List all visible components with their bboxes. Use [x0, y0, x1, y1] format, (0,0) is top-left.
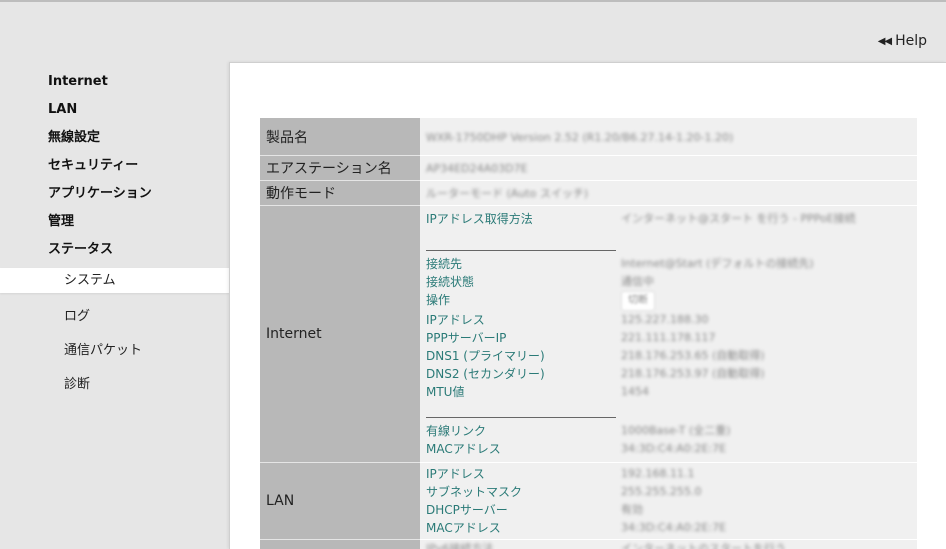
sidebar-item-lan[interactable]: LAN: [0, 98, 229, 126]
lan-mac-value: 34:3D:C4:A0:2E:7E: [621, 521, 727, 534]
dns2-key: DNS2 (セカンダリー): [426, 367, 545, 381]
ppp-value: 221.111.178.117: [621, 331, 716, 344]
status-value: 通信中: [621, 275, 654, 288]
lan-dhcp-key: DHCPサーバー: [426, 503, 508, 517]
dns1-value: 218.176.253.65 (自動取得): [621, 349, 765, 362]
link-key: 有線リンク: [426, 424, 487, 438]
lan-label: LAN: [260, 463, 420, 540]
operation-key: 操作: [426, 293, 451, 307]
airstation-label: エアステーション名: [260, 156, 420, 181]
mac-key: MACアドレス: [426, 442, 501, 456]
sidebar: Internet LAN 無線設定 セキュリティー アプリケーション 管理 ステ…: [0, 70, 229, 405]
ip-value: 125.227.188.30: [621, 313, 709, 326]
lan-dhcp-value: 有効: [621, 503, 643, 516]
top-border: [0, 0, 946, 2]
mtu-value: 1454: [621, 385, 649, 398]
sidebar-subitem-packets[interactable]: 通信パケット: [0, 337, 229, 371]
lan-ip-key: IPアドレス: [426, 467, 485, 481]
mtu-key: MTU値: [426, 385, 465, 399]
rewind-icon: ◀◀: [877, 35, 892, 47]
airstation-value: AP34ED24A03D7E: [426, 162, 528, 175]
system-info-table: 製品名 WXR-1750DHP Version 2.52 (R1.20/B6.2…: [260, 118, 917, 549]
sidebar-item-admin[interactable]: 管理: [0, 210, 229, 238]
status-key: 接続状態: [426, 275, 475, 289]
mac-value: 34:3D:C4:A0:2E:7E: [621, 442, 727, 455]
sidebar-item-application[interactable]: アプリケーション: [0, 182, 229, 210]
help-button[interactable]: ◀◀ Help: [878, 33, 927, 49]
help-label: Help: [895, 33, 927, 49]
main-content: 製品名 WXR-1750DHP Version 2.52 (R1.20/B6.2…: [229, 62, 946, 549]
lan-mask-key: サブネットマスク: [426, 485, 523, 499]
ip-method-value: インターネット@スタート を行う - PPPoE接続: [621, 212, 856, 225]
sidebar-item-status[interactable]: ステータス: [0, 238, 229, 266]
sidebar-item-security[interactable]: セキュリティー: [0, 154, 229, 182]
ip-key: IPアドレス: [426, 313, 485, 327]
product-value: WXR-1750DHP Version 2.52 (R1.20/B6.27.14…: [426, 130, 734, 144]
mode-label: 動作モード: [260, 181, 420, 206]
connection-key: 接続先: [426, 257, 463, 271]
sidebar-subitem-log[interactable]: ログ: [0, 303, 229, 337]
next-partial-key: IPv6接続方法: [426, 542, 494, 549]
product-label: 製品名: [260, 118, 420, 156]
ppp-key: PPPサーバーIP: [426, 331, 507, 345]
sidebar-item-wireless[interactable]: 無線設定: [0, 126, 229, 154]
connection-value: Internet@Start (デフォルトの接続先): [621, 257, 814, 270]
sidebar-subitem-system[interactable]: システム: [0, 268, 229, 293]
next-partial-value: インターネットのスタートを行う: [621, 542, 786, 549]
lan-mac-key: MACアドレス: [426, 521, 501, 535]
next-section-label: [260, 540, 420, 549]
lan-ip-value: 192.168.11.1: [621, 467, 695, 480]
internet-label: Internet: [260, 206, 420, 463]
sidebar-item-internet[interactable]: Internet: [0, 70, 229, 98]
disconnect-button[interactable]: 切断: [621, 291, 655, 311]
sidebar-subitem-diagnostics[interactable]: 診断: [0, 371, 229, 405]
link-value: 1000Base-T (全二重): [621, 424, 731, 437]
mode-value: ルーターモード (Auto スイッチ): [426, 187, 589, 200]
dns2-value: 218.176.253.97 (自動取得): [621, 367, 765, 380]
lan-mask-value: 255.255.255.0: [621, 485, 702, 498]
ip-method-key: IPアドレス取得方法: [426, 212, 533, 226]
divider: [426, 250, 616, 251]
divider: [426, 417, 616, 418]
dns1-key: DNS1 (プライマリー): [426, 349, 545, 363]
